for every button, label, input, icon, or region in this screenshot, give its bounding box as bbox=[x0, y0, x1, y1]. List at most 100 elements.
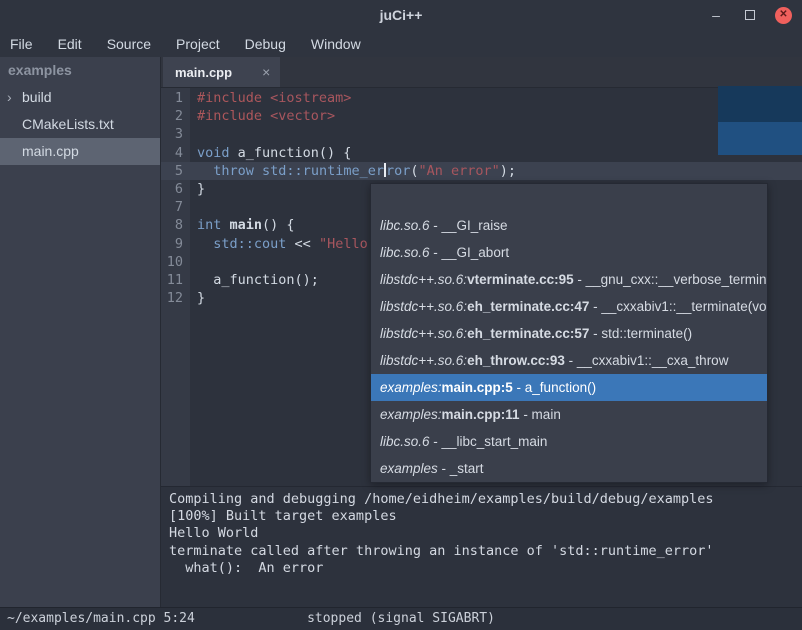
file-label: main.cpp bbox=[22, 138, 79, 165]
line-number: 1 bbox=[161, 89, 190, 107]
tab-main-cpp[interactable]: main.cpp × bbox=[163, 57, 280, 87]
stack-frame-item[interactable]: examples - _start bbox=[371, 455, 767, 482]
file-label: CMakeLists.txt bbox=[22, 111, 114, 138]
code-token: << bbox=[286, 236, 319, 252]
chevron-right-icon[interactable]: › bbox=[7, 84, 12, 111]
stack-frame-item[interactable]: libc.so.6 - __GI_abort bbox=[371, 239, 767, 266]
tab-bar: main.cpp × bbox=[161, 57, 802, 88]
window-controls: – ✕ bbox=[707, 0, 792, 30]
file-location: eh_terminate.cc:47 bbox=[467, 299, 589, 314]
menu-item-file[interactable]: File bbox=[10, 36, 33, 52]
title-bar: juCi++ – ✕ bbox=[0, 0, 802, 30]
stack-frame-item[interactable]: examples:main.cpp:11 - main bbox=[371, 401, 767, 428]
code-token: main bbox=[230, 217, 263, 233]
menu-item-project[interactable]: Project bbox=[176, 36, 220, 52]
menu-item-debug[interactable]: Debug bbox=[245, 36, 286, 52]
frame-function: - main bbox=[520, 407, 561, 422]
code-text: #include <vector> bbox=[190, 107, 335, 125]
frame-function: - __GI_raise bbox=[430, 218, 508, 233]
code-line: 3 bbox=[161, 125, 802, 143]
status-file-position: ~/examples/main.cpp 5:24 bbox=[7, 608, 195, 630]
stack-frame-item[interactable]: libstdc++.so.6:eh_throw.cc:93 - __cxxabi… bbox=[371, 347, 767, 374]
window-title: juCi++ bbox=[380, 7, 423, 23]
line-number: 3 bbox=[161, 125, 190, 143]
console-line: Compiling and debugging /home/eidheim/ex… bbox=[169, 491, 794, 508]
sidebar-item-build[interactable]: ›build bbox=[0, 84, 160, 111]
file-explorer: examples ›buildCMakeLists.txtmain.cpp bbox=[0, 57, 161, 607]
code-token: ( bbox=[410, 163, 418, 179]
frame-function: - __cxxabiv1::__terminate(void (*)()) bbox=[589, 299, 767, 314]
frame-function: - __libc_start_main bbox=[430, 434, 548, 449]
stack-frame-item[interactable]: libc.so.6 - __libc_start_main bbox=[371, 428, 767, 455]
stack-frame-item[interactable]: libstdc++.so.6:vterminate.cc:95 - __gnu_… bbox=[371, 266, 767, 293]
code-token: void bbox=[197, 145, 230, 161]
line-number: 4 bbox=[161, 144, 190, 162]
menu-item-edit[interactable]: Edit bbox=[58, 36, 82, 52]
line-number: 12 bbox=[161, 289, 190, 307]
code-token: #include bbox=[197, 90, 270, 106]
file-location: eh_throw.cc:93 bbox=[467, 353, 565, 368]
code-token: std::cout bbox=[213, 236, 286, 252]
code-text: void a_function() { bbox=[190, 144, 351, 162]
code-line: 5 throw std::runtime_error("An error"); bbox=[161, 162, 802, 180]
code-token: a_function(); bbox=[197, 272, 319, 288]
code-token: ); bbox=[500, 163, 516, 179]
line-number: 6 bbox=[161, 180, 190, 198]
code-text bbox=[190, 198, 197, 216]
frame-function: - std::terminate() bbox=[589, 326, 692, 341]
sidebar-item-main-cpp[interactable]: main.cpp bbox=[0, 138, 160, 165]
stack-frame-item[interactable]: libstdc++.so.6:eh_terminate.cc:57 - std:… bbox=[371, 320, 767, 347]
code-token bbox=[197, 163, 213, 179]
code-token: #include bbox=[197, 108, 270, 124]
tab-close-icon[interactable]: × bbox=[262, 64, 270, 80]
code-text: } bbox=[190, 289, 205, 307]
library-name: examples: bbox=[380, 380, 442, 395]
stack-frame-item[interactable]: examples:main.cpp:5 - a_function() bbox=[371, 374, 767, 401]
library-name: examples bbox=[380, 461, 438, 476]
line-number: 5 bbox=[161, 162, 190, 180]
menu-item-source[interactable]: Source bbox=[107, 36, 151, 52]
library-name: examples: bbox=[380, 407, 442, 422]
maximize-icon bbox=[745, 10, 755, 20]
line-number: 10 bbox=[161, 253, 190, 271]
code-token: "An error" bbox=[419, 163, 500, 179]
library-name: libstdc++.so.6: bbox=[380, 353, 467, 368]
frame-function: - a_function() bbox=[513, 380, 596, 395]
stack-trace-popup: libc.so.6 - __GI_raiselibc.so.6 - __GI_a… bbox=[370, 183, 768, 483]
line-number: 8 bbox=[161, 216, 190, 234]
file-location: main.cpp:5 bbox=[442, 380, 513, 395]
debug-console[interactable]: Compiling and debugging /home/eidheim/ex… bbox=[161, 486, 802, 607]
menu-item-window[interactable]: Window bbox=[311, 36, 361, 52]
library-name: libc.so.6 bbox=[380, 245, 430, 260]
minimize-button[interactable]: – bbox=[707, 6, 725, 24]
file-location: vterminate.cc:95 bbox=[467, 272, 574, 287]
code-token bbox=[254, 163, 262, 179]
code-text: std::cout << "Hello W bbox=[190, 235, 384, 253]
code-token: } bbox=[197, 181, 205, 197]
line-number: 9 bbox=[161, 235, 190, 253]
line-number: 7 bbox=[161, 198, 190, 216]
project-name: examples bbox=[0, 57, 160, 84]
frame-function: - __GI_abort bbox=[430, 245, 510, 260]
code-token: a_function() { bbox=[230, 145, 352, 161]
code-token: } bbox=[197, 290, 205, 306]
debug-tooltip-overlay bbox=[718, 86, 802, 155]
maximize-button[interactable] bbox=[741, 6, 759, 24]
stack-frame-item[interactable]: libc.so.6 - __GI_raise bbox=[371, 212, 767, 239]
code-token bbox=[221, 217, 229, 233]
code-token: ror bbox=[386, 163, 410, 179]
console-line: Hello World bbox=[169, 525, 794, 542]
code-token: () { bbox=[262, 217, 295, 233]
line-number: 2 bbox=[161, 107, 190, 125]
library-name: libc.so.6 bbox=[380, 218, 430, 233]
frame-function: - _start bbox=[438, 461, 484, 476]
menu-bar: File Edit Source Project Debug Window bbox=[0, 30, 802, 57]
code-line: 1#include <iostream> bbox=[161, 89, 802, 107]
code-token: <iostream> bbox=[270, 90, 351, 106]
close-button[interactable]: ✕ bbox=[775, 7, 792, 24]
code-text: #include <iostream> bbox=[190, 89, 351, 107]
code-line: 2#include <vector> bbox=[161, 107, 802, 125]
stack-frame-item[interactable]: libstdc++.so.6:eh_terminate.cc:47 - __cx… bbox=[371, 293, 767, 320]
sidebar-item-cmakelists-txt[interactable]: CMakeLists.txt bbox=[0, 111, 160, 138]
close-icon: ✕ bbox=[779, 10, 787, 20]
